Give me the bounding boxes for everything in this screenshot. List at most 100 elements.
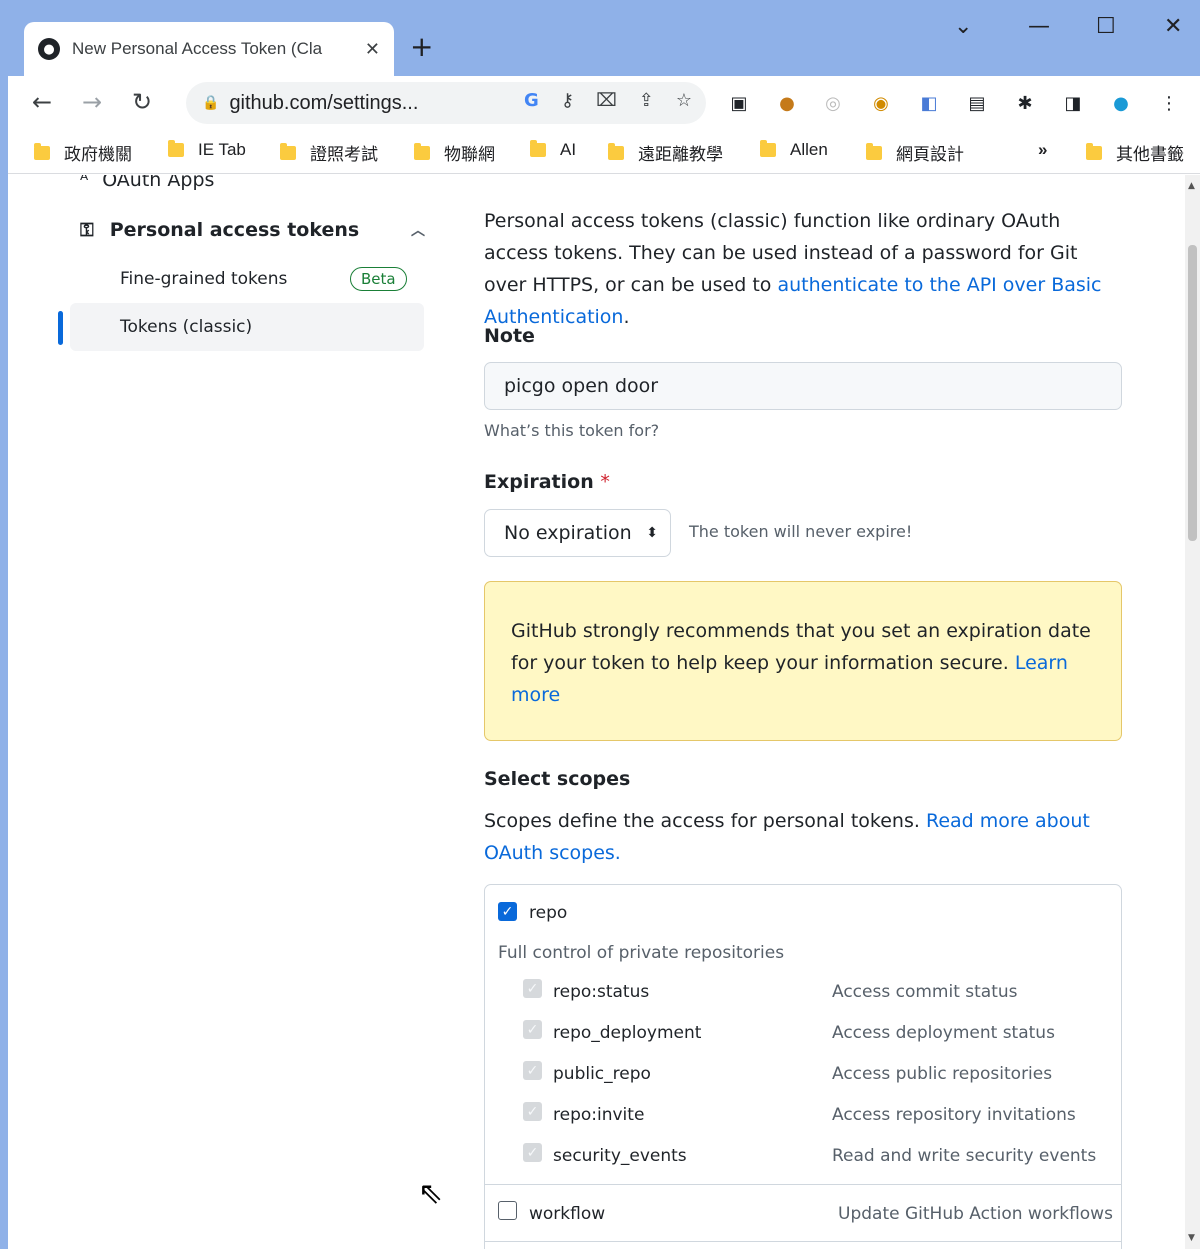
close-tab-icon[interactable]: ✕ xyxy=(365,39,380,60)
minimize-button[interactable]: — xyxy=(1028,14,1050,39)
back-button[interactable]: ← xyxy=(32,88,52,116)
bookmark-folder[interactable]: 政府機關 xyxy=(34,140,132,165)
scope-name: repo:status xyxy=(553,982,650,1002)
scope-divider xyxy=(485,1241,1121,1242)
scroll-down-arrow-icon[interactable]: ▼ xyxy=(1188,1233,1195,1243)
scroll-up-arrow-icon[interactable]: ▲ xyxy=(1188,181,1195,191)
omnibox-icons: G ⚷ ⌧ ⇪ ☆ xyxy=(524,90,692,111)
puzzle-icon[interactable]: ✱ xyxy=(1012,90,1038,116)
folder-icon xyxy=(760,140,776,157)
scope-desc: Access repository invitations xyxy=(832,1105,1076,1125)
select-scopes-label: Select scopes xyxy=(484,768,631,790)
document-icon[interactable]: ▤ xyxy=(964,90,990,116)
bookmark-folder[interactable]: IE Tab xyxy=(168,140,246,160)
google-icon[interactable]: G xyxy=(524,90,539,111)
scope-name: security_events xyxy=(553,1146,687,1166)
chevron-up-icon[interactable]: ︿ xyxy=(411,220,425,240)
folder-icon xyxy=(866,142,882,160)
repo-checkbox[interactable]: ✓ xyxy=(498,902,517,921)
repo-invite-checkbox[interactable]: ✓ xyxy=(523,1102,542,1121)
menu-icon[interactable]: ⋮ xyxy=(1156,90,1182,116)
beta-badge: Beta xyxy=(350,267,407,291)
note-input[interactable]: picgo open door xyxy=(484,362,1122,410)
folder-icon xyxy=(414,142,430,160)
sidebar-item-tokens-classic[interactable]: Tokens (classic) xyxy=(120,317,252,337)
folder-icon xyxy=(1086,142,1102,160)
sidebar-item-fine-grained-tokens[interactable]: Fine-grained tokens xyxy=(120,269,287,289)
bookmark-folder[interactable]: 遠距離教學 xyxy=(608,140,723,165)
select-arrow-icon: ⬍ xyxy=(646,525,658,541)
page-content: ᴬ OAuth Apps ⚿ Personal access tokens ︿ … xyxy=(8,175,1185,1249)
repo-deployment-checkbox[interactable]: ✓ xyxy=(523,1020,542,1039)
reload-button[interactable]: ↻ xyxy=(132,88,152,116)
expiration-warning: GitHub strongly recommends that you set … xyxy=(484,581,1122,741)
scope-desc: Access public repositories xyxy=(832,1064,1053,1084)
share-icon[interactable]: ⇪ xyxy=(639,90,654,111)
github-icon: ● xyxy=(38,38,60,60)
public-repo-checkbox[interactable]: ✓ xyxy=(523,1061,542,1080)
active-indicator xyxy=(58,311,63,345)
cookie-icon[interactable]: ● xyxy=(774,90,800,116)
compass-icon[interactable]: ◎ xyxy=(820,90,846,116)
repo-status-checkbox[interactable]: ✓ xyxy=(523,979,542,998)
more-bookmarks-button[interactable]: » xyxy=(1038,140,1047,160)
extension-icon[interactable]: ◉ xyxy=(868,90,894,116)
translate-ext-icon[interactable]: ◧ xyxy=(916,90,942,116)
folder-icon xyxy=(530,140,546,157)
scope-divider xyxy=(485,1184,1121,1185)
bookmark-folder[interactable]: 物聯網 xyxy=(414,140,495,165)
scope-name-repo: repo xyxy=(529,903,568,923)
maximize-button[interactable]: ☐ xyxy=(1096,14,1116,39)
scope-desc-workflow: Update GitHub Action workflows xyxy=(838,1204,1113,1224)
scope-name: repo_deployment xyxy=(553,1023,702,1043)
page-scrollbar[interactable]: ▲ ▼ xyxy=(1185,175,1200,1249)
folder-icon xyxy=(280,142,296,160)
translate-icon[interactable]: ⌧ xyxy=(596,90,617,111)
scope-name: repo:invite xyxy=(553,1105,645,1125)
forward-button[interactable]: → xyxy=(82,88,102,116)
bookmark-folder[interactable]: AI xyxy=(530,140,576,160)
lock-icon[interactable]: 🔒 xyxy=(202,95,219,111)
scope-desc: Read and write security events xyxy=(832,1146,1097,1166)
bookmark-folder[interactable]: 證照考試 xyxy=(280,140,378,165)
note-hint: What’s this token for? xyxy=(484,421,660,440)
note-label: Note xyxy=(484,325,535,347)
scope-name-workflow: workflow xyxy=(529,1204,606,1224)
folder-icon xyxy=(34,142,50,160)
bookmark-folder[interactable]: Allen xyxy=(760,140,828,160)
scopes-list: ✓ repo Full control of private repositor… xyxy=(484,884,1122,1249)
security-events-checkbox[interactable]: ✓ xyxy=(523,1143,542,1162)
expiration-select[interactable]: No expiration ⬍ xyxy=(484,509,671,557)
close-window-button[interactable]: ✕ xyxy=(1164,14,1182,39)
key-icon: ⚿ xyxy=(80,219,94,241)
title-bar: ● New Personal Access Token (Cla ✕ + ⌄ —… xyxy=(8,0,1200,76)
url-text: github.com/settings... xyxy=(229,91,419,114)
scopes-description: Scopes define the access for personal to… xyxy=(484,810,1090,864)
scope-desc-repo: Full control of private repositories xyxy=(498,943,785,963)
workflow-checkbox[interactable] xyxy=(498,1201,517,1220)
browser-tab[interactable]: ● New Personal Access Token (Cla ✕ xyxy=(24,22,394,76)
required-mark: * xyxy=(600,471,610,493)
sidebar-item-personal-access-tokens[interactable]: ⚿ Personal access tokens ︿ xyxy=(80,219,425,241)
bookmark-star-icon[interactable]: ☆ xyxy=(676,90,692,111)
side-panel-icon[interactable]: ◨ xyxy=(1060,90,1086,116)
tab-title: New Personal Access Token (Cla xyxy=(72,39,323,58)
bookmark-folder[interactable]: 網頁設計 xyxy=(866,140,964,165)
scope-name: public_repo xyxy=(553,1064,651,1084)
tab-search-icon[interactable]: ⌄ xyxy=(954,14,972,39)
scope-desc: Access commit status xyxy=(832,982,1018,1002)
key-icon[interactable]: ⚷ xyxy=(561,90,574,111)
expiration-label: Expiration * xyxy=(484,471,610,493)
mouse-cursor-icon: ⇖ xyxy=(418,1176,444,1211)
profile-avatar[interactable]: ● xyxy=(1108,90,1134,116)
other-bookmarks-folder[interactable]: 其他書籤 xyxy=(1086,140,1184,165)
browser-toolbar: ← → ↻ 🔒 github.com/settings... G ⚷ ⌧ ⇪ ☆… xyxy=(8,76,1200,130)
intro-text: Personal access tokens (classic) functio… xyxy=(484,210,1102,328)
new-tab-button[interactable]: + xyxy=(410,32,433,62)
address-bar[interactable]: 🔒 github.com/settings... G ⚷ ⌧ ⇪ ☆ xyxy=(186,82,706,124)
scroll-thumb[interactable] xyxy=(1188,245,1197,541)
extension-off-icon[interactable]: ▣ xyxy=(726,90,752,116)
folder-icon xyxy=(168,140,184,157)
sidebar-item-oauth-apps[interactable]: ᴬ OAuth Apps xyxy=(80,175,214,191)
bookmarks-bar: 政府機關 IE Tab 證照考試 物聯網 AI 遠距離教學 Allen 網頁設計… xyxy=(8,130,1200,174)
